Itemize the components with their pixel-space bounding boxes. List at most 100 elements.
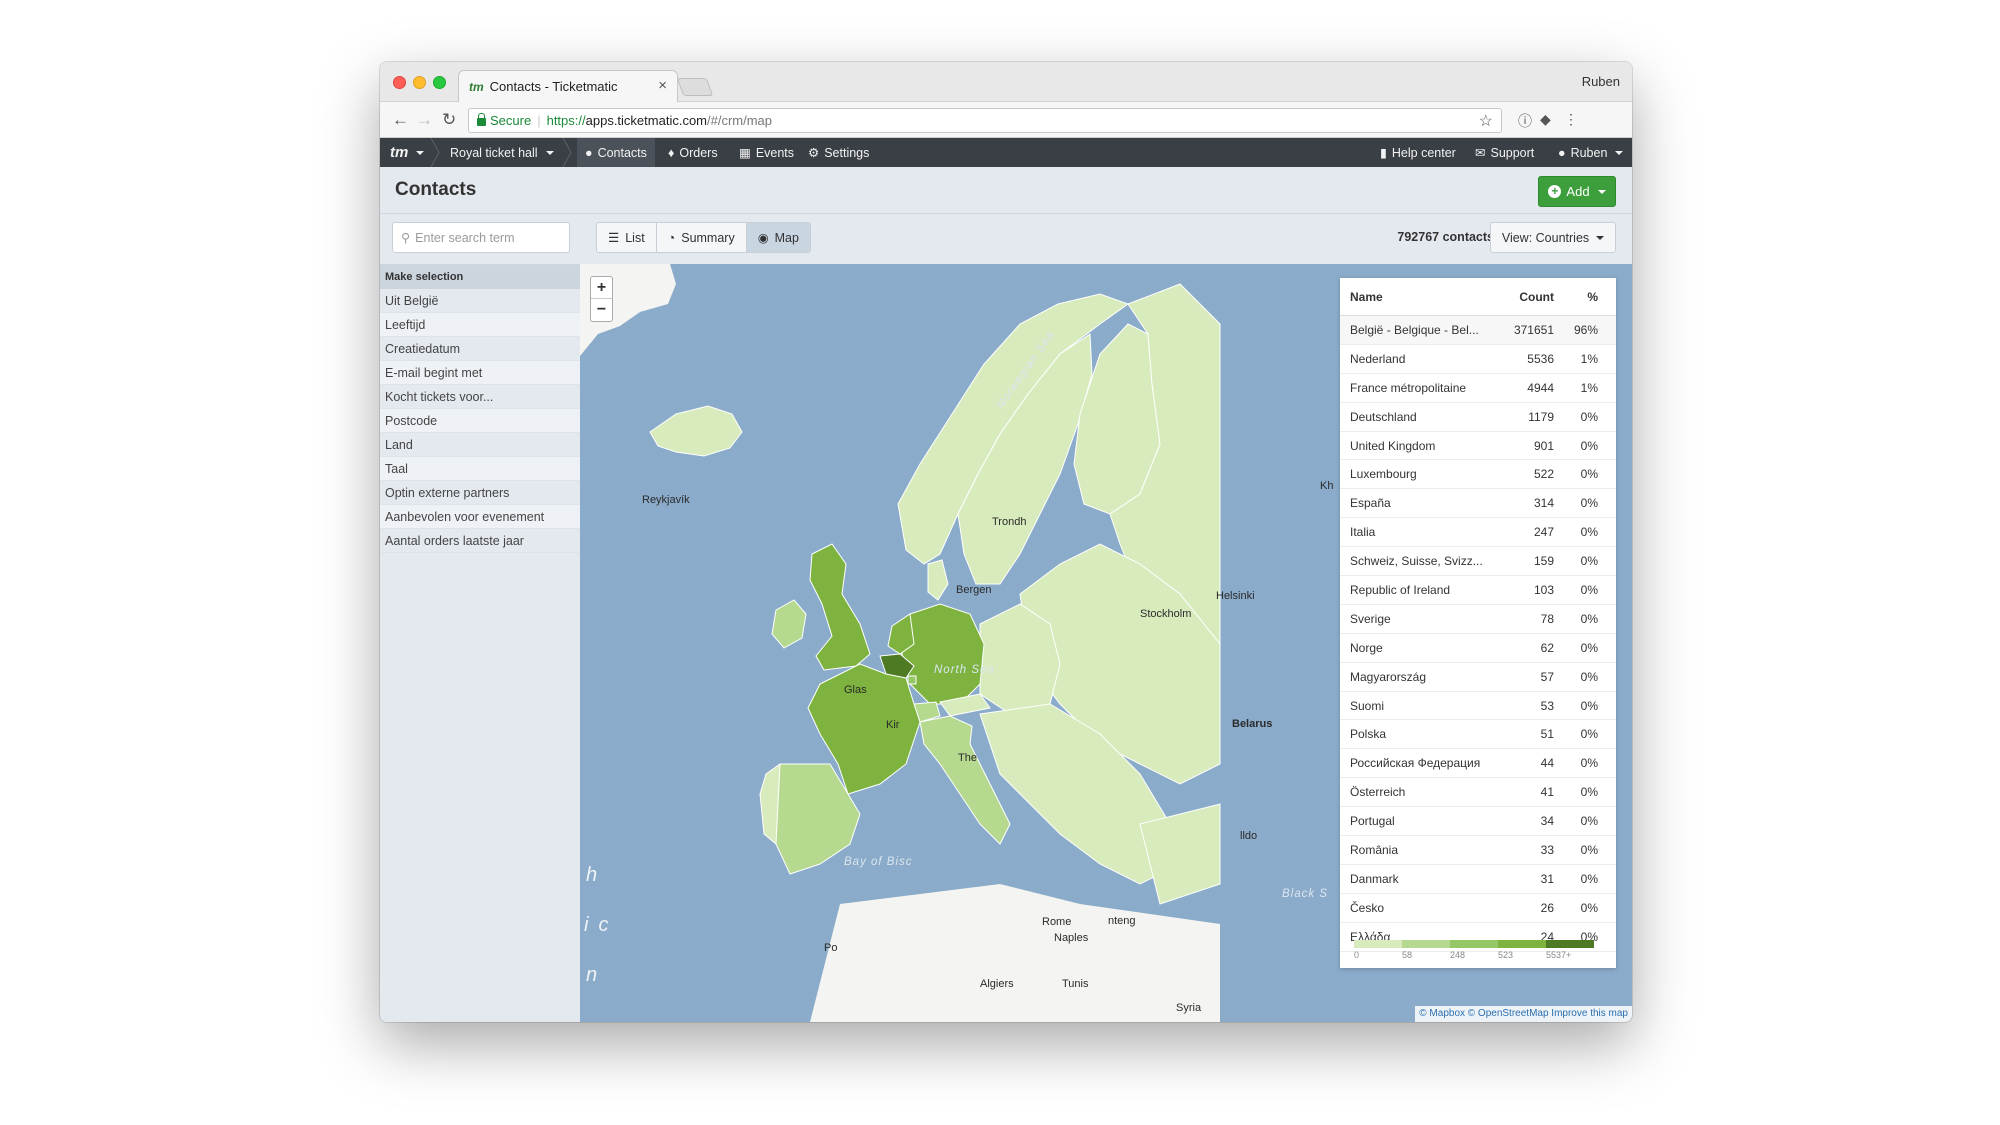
legend-row-name: Italia: [1350, 525, 1376, 540]
sidebar-filter-item[interactable]: Aanbevolen voor evenement: [380, 505, 580, 529]
legend-row[interactable]: España 314 0%: [1340, 489, 1616, 519]
nav-events[interactable]: ▦ Events: [739, 138, 794, 167]
view-select[interactable]: View: Countries: [1490, 222, 1616, 253]
legend-row[interactable]: Italia 247 0%: [1340, 518, 1616, 548]
secure-indicator[interactable]: Secure: [469, 113, 531, 128]
legend-row-pct: 0%: [1580, 814, 1598, 829]
legend-row-pct: 0%: [1580, 554, 1598, 569]
back-arrow-icon[interactable]: ←: [392, 110, 409, 130]
legend-row[interactable]: Nederland 5536 1%: [1340, 345, 1616, 374]
support-label: Support: [1490, 145, 1535, 160]
map-view[interactable]: + − Norwegian Sea Reykjavík Trondh Berge…: [580, 264, 1632, 1022]
legend-row[interactable]: Danmark 31 0%: [1340, 865, 1616, 894]
legend-row-name: Magyarország: [1350, 669, 1427, 684]
sidebar-filter-item[interactable]: Taal: [380, 457, 580, 481]
legend-row[interactable]: Österreich 41 0%: [1340, 778, 1616, 808]
contact-count: 792767 contacts: [1397, 230, 1494, 244]
map-label: ic: [584, 914, 619, 936]
tag-icon: ♦: [668, 145, 675, 160]
sidebar-filter-item[interactable]: Optin externe partners: [380, 481, 580, 505]
reload-icon[interactable]: ↻: [442, 110, 456, 130]
url-scheme: https://: [546, 113, 586, 128]
sidebar-filter-item[interactable]: Land: [380, 433, 580, 457]
legend-row-count: 103: [1533, 582, 1554, 597]
sidebar-filter-item[interactable]: Aantal orders laatste jaar: [380, 529, 580, 553]
legend-row[interactable]: Российская Федерация 44 0%: [1340, 749, 1616, 779]
sidebar-filter-item[interactable]: Creatiedatum: [380, 337, 580, 361]
legend-row[interactable]: Magyarország 57 0%: [1340, 663, 1616, 692]
legend-row[interactable]: Polska 51 0%: [1340, 720, 1616, 750]
legend-row[interactable]: Republic of Ireland 103 0%: [1340, 576, 1616, 605]
page-title: Contacts: [395, 179, 477, 200]
legend-row-pct: 0%: [1580, 611, 1598, 626]
address-bar[interactable]: Secure | https:// apps.ticketmatic.com /…: [468, 108, 1502, 133]
legend-row-pct: 1%: [1580, 380, 1598, 395]
nav-settings[interactable]: ⚙ Settings: [808, 138, 869, 167]
legend-row[interactable]: Schweiz, Suisse, Svizz... 159 0%: [1340, 547, 1616, 577]
legend-row-name: Sverige: [1350, 611, 1391, 626]
zoom-window-button[interactable]: [433, 76, 446, 89]
help-center-label: Help center: [1391, 145, 1456, 160]
legend-row-count: 62: [1540, 640, 1554, 655]
legend-row[interactable]: Sverige 78 0%: [1340, 605, 1616, 634]
nav-orders[interactable]: ♦ Orders: [668, 138, 718, 167]
tab-map[interactable]: ◉ Map: [746, 223, 810, 252]
bookmark-star-icon[interactable]: ☆: [1479, 111, 1493, 131]
info-icon[interactable]: ⓘ: [1518, 111, 1532, 131]
legend-row-count: 57: [1540, 669, 1554, 684]
legend-row[interactable]: România 33 0%: [1340, 836, 1616, 865]
help-center-link[interactable]: ▮ Help center: [1380, 138, 1456, 167]
close-window-button[interactable]: [393, 76, 406, 89]
legend-row-name: Polska: [1350, 727, 1387, 742]
minimize-window-button[interactable]: [413, 76, 426, 89]
sidebar-filter-item[interactable]: Postcode: [380, 409, 580, 433]
legend-row[interactable]: Norge 62 0%: [1340, 634, 1616, 663]
brand-menu[interactable]: tm: [390, 138, 425, 167]
tab-list[interactable]: ☰ List: [597, 223, 657, 252]
legend-row-name: België - Belgique - Bel...: [1350, 322, 1479, 337]
nav-contacts[interactable]: ● Contacts: [577, 138, 655, 167]
zoom-in-button[interactable]: +: [591, 277, 612, 299]
legend-row-name: Deutschland: [1350, 409, 1417, 424]
color-scale-tick: 0: [1354, 950, 1360, 960]
legend-row[interactable]: België - Belgique - Bel... 371651 96%: [1340, 316, 1616, 345]
legend-row-pct: 0%: [1580, 727, 1598, 742]
legend-row[interactable]: United Kingdom 901 0%: [1340, 432, 1616, 461]
sidebar-filter-item[interactable]: Leeftijd: [380, 313, 580, 337]
legend-row[interactable]: France métropolitaine 4944 1%: [1340, 374, 1616, 403]
legend-row-name: España: [1350, 496, 1391, 511]
browser-menu-icon[interactable]: ⋮: [1564, 111, 1578, 128]
add-button[interactable]: + Add: [1538, 176, 1616, 207]
new-tab-button[interactable]: [676, 78, 714, 96]
forward-arrow-icon[interactable]: →: [416, 110, 433, 130]
legend-row[interactable]: Česko 26 0%: [1340, 894, 1616, 923]
sidebar-filter-item[interactable]: Uit België: [380, 289, 580, 313]
legend-row[interactable]: Portugal 34 0%: [1340, 807, 1616, 837]
nav-settings-label: Settings: [824, 145, 870, 160]
map-label: Naples: [1054, 932, 1089, 944]
envelope-icon: ✉: [1475, 146, 1486, 160]
tab-summary[interactable]: ◔ Summary: [657, 223, 747, 252]
sidebar-filter-item[interactable]: E-mail begint met: [380, 361, 580, 385]
legend-header-count: Count: [1519, 289, 1554, 304]
legend-row[interactable]: Deutschland 1179 0%: [1340, 403, 1616, 432]
legend-row[interactable]: Suomi 53 0%: [1340, 692, 1616, 721]
legend-row-name: Luxembourg: [1350, 467, 1417, 482]
close-tab-icon[interactable]: ×: [658, 77, 667, 94]
browser-tab[interactable]: tm Contacts - Ticketmatic ×: [458, 70, 678, 103]
land-iceland: [649, 405, 743, 457]
extension-icon[interactable]: ◆: [1540, 111, 1551, 128]
search-placeholder: Enter search term: [415, 230, 515, 245]
sidebar-filter-item[interactable]: Kocht tickets voor...: [380, 385, 580, 409]
user-menu[interactable]: ● Ruben: [1558, 138, 1624, 167]
venue-selector[interactable]: Royal ticket hall: [450, 138, 554, 167]
search-input[interactable]: ⚲ Enter search term: [392, 222, 570, 253]
legend-row-count: 33: [1540, 842, 1554, 857]
list-icon: ☰: [608, 231, 620, 245]
map-attribution[interactable]: © Mapbox © OpenStreetMap Improve this ma…: [1415, 1006, 1632, 1022]
browser-profile-name[interactable]: Ruben: [1582, 74, 1620, 89]
calendar-icon: ▦: [739, 146, 751, 160]
zoom-out-button[interactable]: −: [591, 299, 612, 321]
support-link[interactable]: ✉ Support: [1475, 138, 1534, 167]
legend-row[interactable]: Luxembourg 522 0%: [1340, 460, 1616, 490]
